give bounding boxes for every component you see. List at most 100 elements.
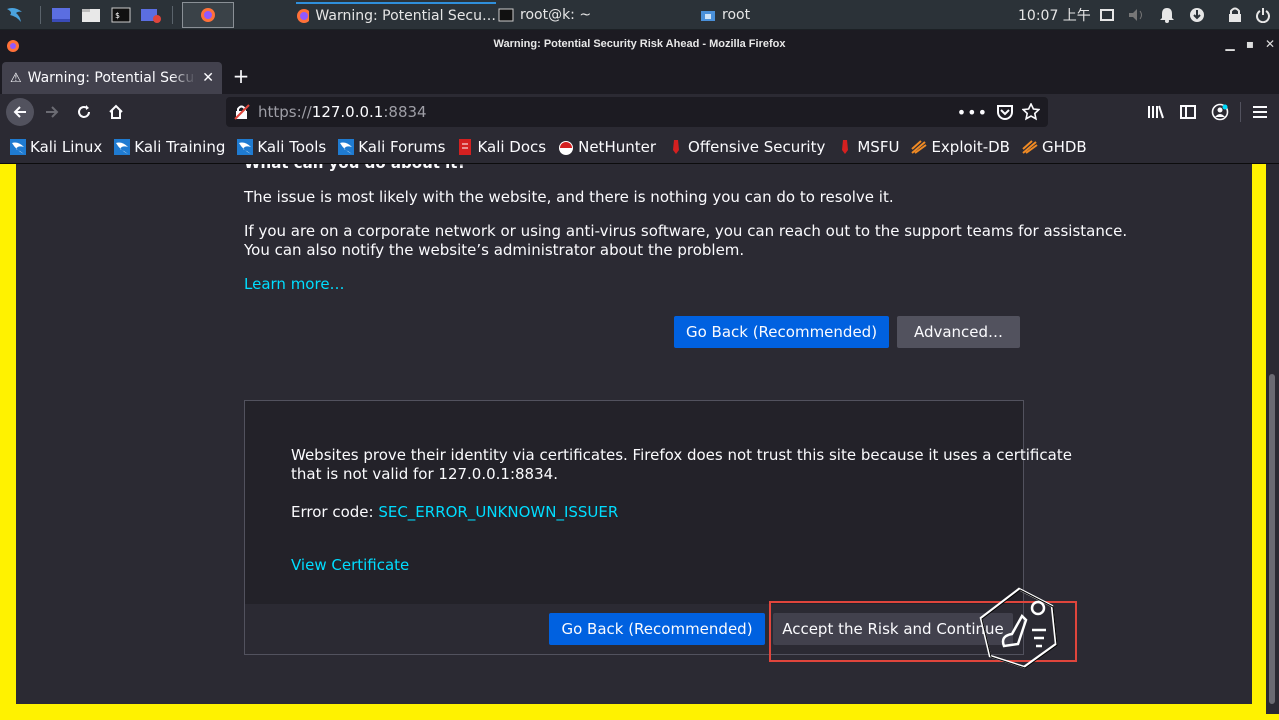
bookmark-kali-training[interactable]: Kali Training bbox=[114, 138, 225, 156]
back-arrow-icon bbox=[13, 106, 26, 118]
library-icon bbox=[1148, 105, 1164, 119]
taskbar-task-label: Warning: Potential Secu… bbox=[315, 8, 496, 24]
home-icon bbox=[109, 104, 123, 119]
bookmark-kali-forums[interactable]: Kali Forums bbox=[338, 138, 445, 156]
bookmark-ghdb[interactable]: GHDB bbox=[1022, 138, 1087, 156]
power-icon[interactable] bbox=[1252, 4, 1274, 26]
lock-icon[interactable] bbox=[1224, 4, 1246, 26]
exploitdb-icon bbox=[911, 139, 928, 154]
back-button[interactable] bbox=[6, 98, 34, 126]
new-tab-button[interactable]: + bbox=[230, 66, 252, 88]
url-scheme: https:// bbox=[258, 103, 312, 121]
bookmark-label: Exploit-DB bbox=[931, 137, 1010, 156]
forward-button[interactable] bbox=[38, 98, 66, 126]
maximize-icon[interactable]: ▪ bbox=[1242, 36, 1258, 52]
view-certificate-link[interactable]: View Certificate bbox=[291, 556, 409, 575]
scrollbar-thumb[interactable] bbox=[1269, 374, 1275, 704]
taskbar-task-label: root bbox=[722, 7, 751, 23]
bookmark-label: NetHunter bbox=[578, 137, 657, 156]
learn-more-link[interactable]: Learn more… bbox=[244, 275, 345, 294]
sidebar-icon bbox=[1180, 105, 1196, 119]
bookmark-label: Offensive Security bbox=[688, 137, 826, 156]
window-titlebar[interactable]: Warning: Potential Security Risk Ahead -… bbox=[0, 30, 1279, 60]
firefox-launcher-icon[interactable] bbox=[182, 2, 234, 28]
terminal-icon bbox=[498, 8, 514, 22]
screen-recorder-icon[interactable] bbox=[140, 4, 162, 26]
folder-icon bbox=[701, 11, 715, 21]
bookmark-kali-linux[interactable]: Kali Linux bbox=[10, 138, 102, 156]
navigation-toolbar: https://127.0.0.1:8834 ••• bbox=[0, 94, 1279, 130]
taskbar-task-firefox[interactable]: Warning: Potential Secu… bbox=[296, 2, 496, 28]
offsec-icon bbox=[842, 139, 849, 154]
error-code-line: Error code: SEC_ERROR_UNKNOWN_ISSUER bbox=[291, 503, 618, 522]
error-code-link[interactable]: SEC_ERROR_UNKNOWN_ISSUER bbox=[378, 503, 618, 521]
clock[interactable]: 10:07 上午 bbox=[1018, 0, 1091, 30]
taskbar-task-folder[interactable]: root bbox=[700, 2, 890, 28]
bookmark-label: Kali Linux bbox=[30, 137, 103, 156]
kali-docs-icon bbox=[459, 138, 472, 155]
notify-text: You can also notify the website’s admini… bbox=[244, 241, 745, 259]
kali-menu-icon[interactable] bbox=[4, 4, 26, 26]
url-host: 127.0.0.1 bbox=[311, 103, 384, 121]
kali-icon bbox=[338, 138, 355, 155]
bookmark-star-icon[interactable] bbox=[1022, 103, 1040, 121]
minimize-icon[interactable]: ▁ bbox=[1222, 36, 1238, 52]
sidebar-button[interactable] bbox=[1174, 98, 1202, 126]
certificate-explanation: Websites prove their identity via certif… bbox=[291, 446, 1072, 464]
bookmark-nethunter[interactable]: NetHunter bbox=[558, 138, 656, 156]
warning-icon: ⚠ bbox=[10, 70, 22, 86]
account-icon bbox=[1211, 103, 1229, 121]
offsec-icon bbox=[673, 139, 680, 154]
account-button[interactable] bbox=[1206, 98, 1234, 126]
bookmark-offensive-security[interactable]: Offensive Security bbox=[668, 138, 825, 156]
bookmark-kali-docs[interactable]: Kali Docs bbox=[457, 138, 546, 156]
bookmark-label: Kali Tools bbox=[257, 137, 327, 156]
page-actions-icon[interactable]: ••• bbox=[957, 103, 988, 122]
menu-button[interactable] bbox=[1246, 98, 1274, 126]
window-title: Warning: Potential Security Risk Ahead -… bbox=[493, 38, 786, 50]
insecure-lock-icon bbox=[234, 104, 250, 120]
advanced-button[interactable]: Advanced… bbox=[897, 316, 1020, 348]
display-icon[interactable] bbox=[1096, 4, 1118, 26]
go-back-button[interactable]: Go Back (Recommended) bbox=[674, 316, 889, 348]
firefox-icon bbox=[297, 9, 310, 23]
tab-strip: ⚠ Warning: Potential Security Risk Ahead… bbox=[0, 60, 1279, 94]
taskbar-task-terminal[interactable]: root@k: ~ bbox=[498, 2, 688, 28]
bookmark-msfu[interactable]: MSFU bbox=[837, 138, 899, 156]
url-port: :8834 bbox=[383, 103, 427, 121]
watermark-logo-icon bbox=[976, 586, 1062, 670]
tab-warning[interactable]: ⚠ Warning: Potential Security Risk Ahead… bbox=[2, 62, 222, 94]
update-icon[interactable] bbox=[1186, 4, 1208, 26]
reload-icon bbox=[78, 105, 90, 118]
kali-icon bbox=[10, 138, 26, 155]
show-desktop-icon[interactable] bbox=[50, 4, 72, 26]
close-window-icon[interactable]: ✕ bbox=[1262, 36, 1278, 52]
bookmarks-toolbar: Kali Linux Kali Training Kali Tools Kali… bbox=[0, 130, 1279, 164]
close-tab-icon[interactable]: ✕ bbox=[202, 70, 214, 86]
certificate-explanation-2: that is not valid for 127.0.0.1:8834. bbox=[291, 465, 558, 483]
bookmark-kali-tools[interactable]: Kali Tools bbox=[237, 138, 326, 156]
bookmark-label: Kali Training bbox=[134, 137, 226, 156]
bookmark-exploit-db[interactable]: Exploit-DB bbox=[911, 138, 1010, 156]
kali-icon bbox=[114, 138, 131, 155]
pocket-icon[interactable] bbox=[996, 104, 1014, 120]
corporate-text: If you are on a corporate network or usi… bbox=[244, 222, 1128, 240]
error-code-label: Error code: bbox=[291, 503, 379, 521]
url-text: https://127.0.0.1:8834 bbox=[258, 103, 949, 121]
taskbar-task-label: root@k: ~ bbox=[520, 7, 592, 23]
bookmark-label: MSFU bbox=[857, 137, 900, 156]
notifications-bell-icon[interactable] bbox=[1156, 4, 1178, 26]
clock-text: 10:07 上午 bbox=[1018, 8, 1091, 24]
reload-button[interactable] bbox=[70, 98, 98, 126]
library-button[interactable] bbox=[1142, 98, 1170, 126]
forward-arrow-icon bbox=[46, 106, 59, 118]
volume-icon[interactable] bbox=[1126, 4, 1148, 26]
file-manager-icon[interactable] bbox=[80, 4, 102, 26]
url-bar[interactable]: https://127.0.0.1:8834 ••• bbox=[226, 97, 1048, 127]
go-back-button-2[interactable]: Go Back (Recommended) bbox=[549, 613, 765, 645]
home-button[interactable] bbox=[102, 98, 130, 126]
section-heading: What can you do about it? bbox=[244, 164, 466, 173]
bookmark-label: Kali Forums bbox=[358, 137, 446, 156]
terminal-icon[interactable]: $ bbox=[110, 4, 132, 26]
vertical-scrollbar[interactable] bbox=[1266, 164, 1279, 714]
